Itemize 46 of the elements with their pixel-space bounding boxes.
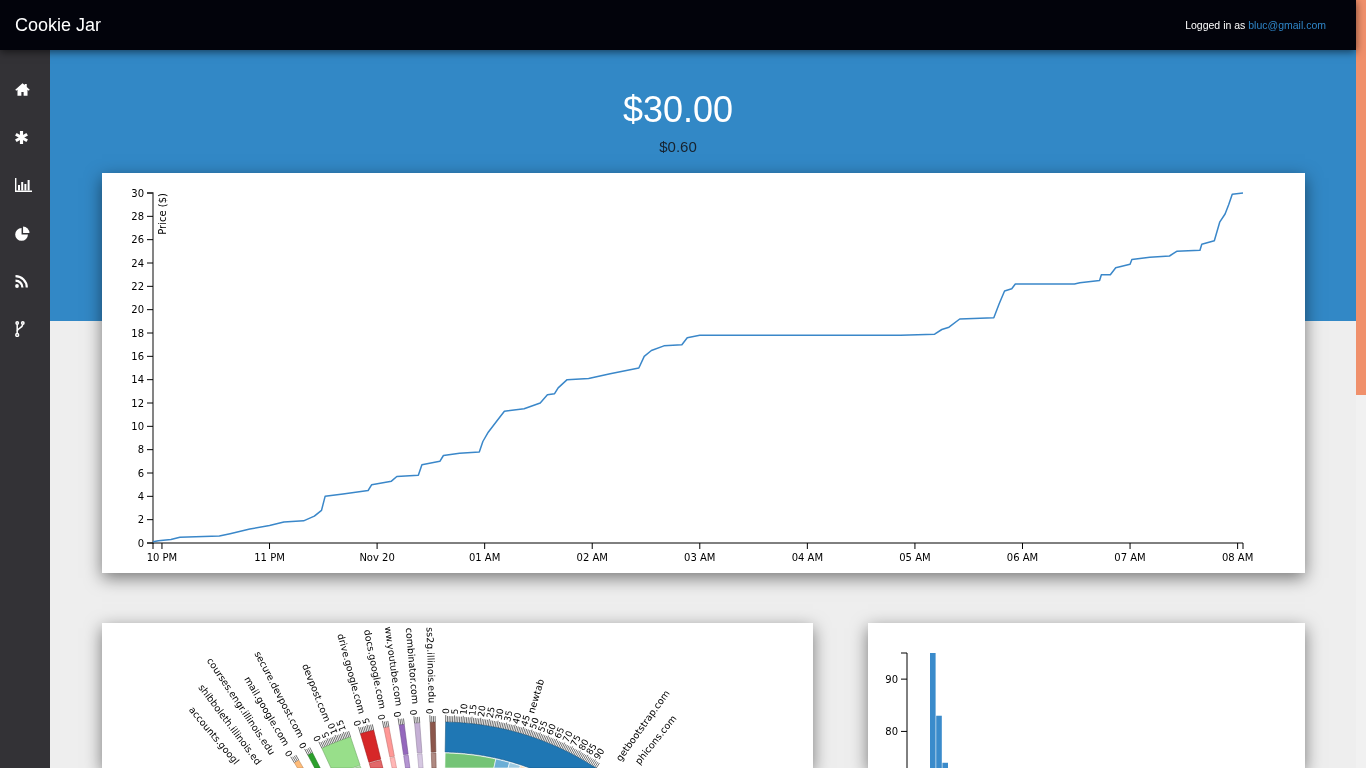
axis-tick-label: 08 AM <box>1221 552 1254 563</box>
axis-tick-label: 12 <box>131 397 144 409</box>
axis-tick-label: 05 AM <box>899 552 931 563</box>
tick-label: 0 <box>283 748 295 759</box>
tick-label: 0 <box>424 708 435 715</box>
axis-tick-label: 18 <box>131 327 144 339</box>
axis-tick-label: 80 <box>885 725 898 737</box>
axis-tick-label: Nov 20 <box>359 552 395 563</box>
tick-label: 0 <box>440 708 451 715</box>
axis-tick-label: 24 <box>131 257 144 269</box>
axis-tick-label: 0 <box>137 537 144 549</box>
price-value: $30.00 <box>622 88 734 131</box>
axis-tick-label: 30 <box>131 187 144 199</box>
tick-label: 0 <box>392 710 404 718</box>
site-label: combinator.com <box>403 627 422 705</box>
axis-tick-label: 04 AM <box>791 552 824 563</box>
axis-title: Price ($) <box>157 193 168 235</box>
axis-tick-label: 2 <box>137 514 144 526</box>
axis-tick-label: 01 AM <box>468 552 501 563</box>
tick-label: 5 <box>449 708 460 715</box>
tick-label: 0 <box>408 709 419 716</box>
site-label: ss2g.illinois.edu <box>424 627 438 704</box>
site-label: newtab <box>525 677 547 715</box>
axis-tick-label: 26 <box>131 234 144 246</box>
axis-tick-label: 07 AM <box>1114 552 1146 563</box>
price-change: $0.60 <box>659 137 697 157</box>
axis-tick-label: 11 PM <box>254 552 285 563</box>
axis-tick-label: 10 <box>131 420 144 432</box>
axis-tick-label: 06 AM <box>1006 552 1039 563</box>
tick-label: 5 <box>360 716 372 725</box>
axis-tick-label: 10 PM <box>146 552 178 563</box>
axis-tick-label: 90 <box>885 673 898 685</box>
axis-tick-label: 16 <box>131 350 144 362</box>
axis-tick-label: 14 <box>131 374 144 386</box>
tick-label: 10 <box>458 703 470 716</box>
axis-tick-label: 20 <box>131 304 144 316</box>
tick-label: 0 <box>376 713 388 721</box>
tick-label: 0 <box>297 740 309 751</box>
axis-tick-label: 03 AM <box>684 552 716 563</box>
axis-tick-label: 02 AM <box>576 552 608 563</box>
axis-tick-label: 22 <box>131 280 144 292</box>
login-status: Logged in as bluc@gmail.com <box>1185 18 1326 32</box>
axis-tick-label: 6 <box>137 467 144 479</box>
axis-tick-label: 4 <box>137 490 144 502</box>
axis-tick-label: 8 <box>137 444 144 456</box>
axis-tick-label: 28 <box>131 210 144 222</box>
